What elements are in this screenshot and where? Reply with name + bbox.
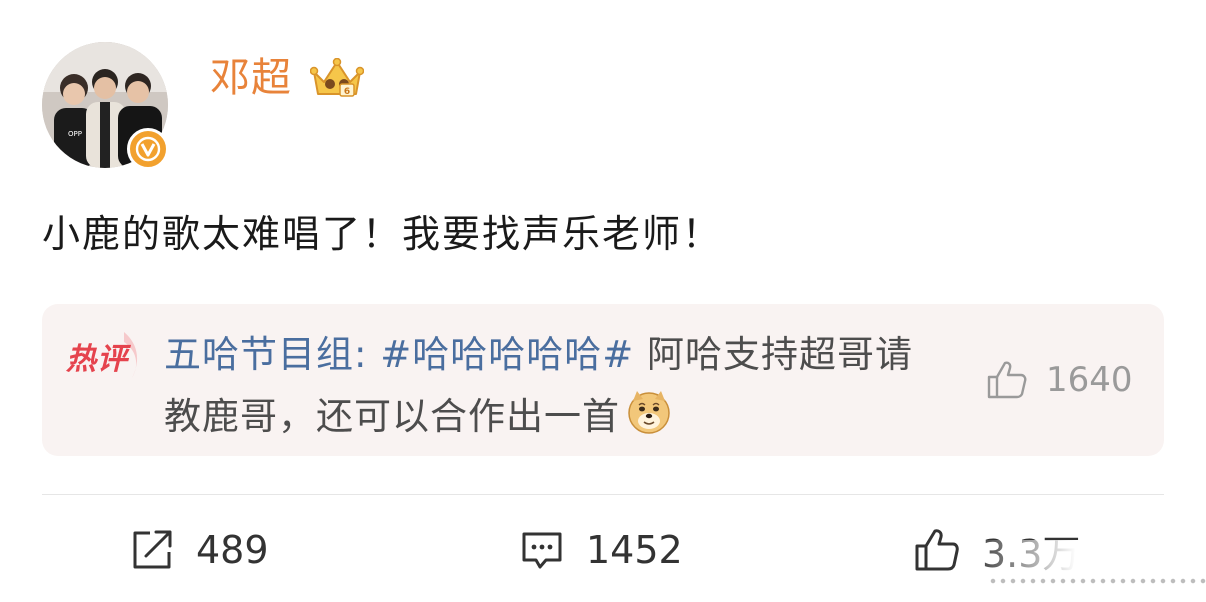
share-count: 489 (196, 528, 269, 572)
hot-comment-badge-label: 热评 (66, 342, 128, 377)
hot-comment-badge: 热评 (66, 328, 150, 384)
comment-count: 1452 (586, 528, 683, 572)
comment-icon (522, 532, 562, 569)
hashtag-link[interactable]: #哈哈哈哈哈# (380, 333, 634, 376)
share-button[interactable]: 489 (130, 522, 269, 578)
watermark-dots (988, 576, 1206, 586)
vip-crown-icon[interactable]: 6 (309, 57, 365, 104)
doge-emoji-icon (626, 389, 672, 454)
comment-like-count: 1640 (1046, 360, 1133, 400)
share-icon (133, 530, 172, 569)
watermark-fade (970, 540, 1206, 602)
hot-comment-card[interactable]: 热评 五哈节目组: #哈哈哈哈哈# 阿哈支持超哥请教鹿哥，还可以合作出一首 16… (42, 304, 1164, 456)
comment-button[interactable]: 1452 (520, 522, 683, 578)
divider (42, 494, 1164, 495)
thumbs-up-icon (987, 361, 1027, 399)
username[interactable]: 邓超 (210, 50, 292, 106)
comment-like-button[interactable]: 1640 (986, 360, 1133, 400)
post-text: 小鹿的歌太难唱了！我要找声乐老师！ (42, 212, 723, 256)
svg-text:OPP: OPP (68, 130, 82, 138)
thumbs-up-icon (915, 529, 959, 571)
svg-text:6: 6 (344, 87, 350, 97)
hot-comment-text: 五哈节目组: #哈哈哈哈哈# 阿哈支持超哥请教鹿哥，还可以合作出一首 (164, 324, 944, 454)
verified-badge-icon (127, 128, 169, 170)
commenter-name[interactable]: 五哈节目组: (164, 333, 367, 376)
